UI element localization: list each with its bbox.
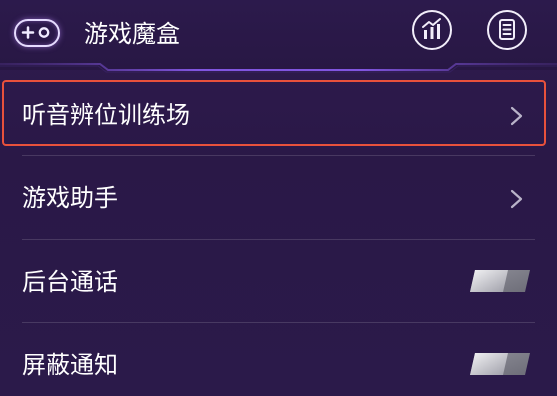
- divider: [22, 155, 535, 156]
- bar-chart-icon[interactable]: [412, 10, 452, 50]
- app-title: 游戏魔盒: [84, 20, 180, 48]
- divider: [22, 239, 535, 240]
- list-item-game-assistant[interactable]: 游戏助手: [0, 157, 557, 239]
- game-box-screen: 游戏魔盒 听音辨位训练场 游戏助手 后台通话 屏蔽通知: [0, 0, 557, 396]
- background-call-toggle[interactable]: [466, 269, 534, 293]
- divider: [22, 322, 535, 323]
- list-item-sound-training[interactable]: 听音辨位训练场: [0, 74, 557, 156]
- list-item-label: 听音辨位训练场: [22, 101, 190, 129]
- chevron-right-icon: [510, 106, 523, 126]
- list-item-label: 后台通话: [22, 268, 118, 296]
- block-notifications-toggle[interactable]: [466, 352, 534, 376]
- plus-circle-gamepad-icon[interactable]: [14, 19, 60, 47]
- chevron-right-icon: [510, 189, 523, 209]
- list-item-label: 屏蔽通知: [22, 351, 118, 379]
- list-item-label: 游戏助手: [22, 184, 118, 212]
- document-icon[interactable]: [487, 10, 527, 50]
